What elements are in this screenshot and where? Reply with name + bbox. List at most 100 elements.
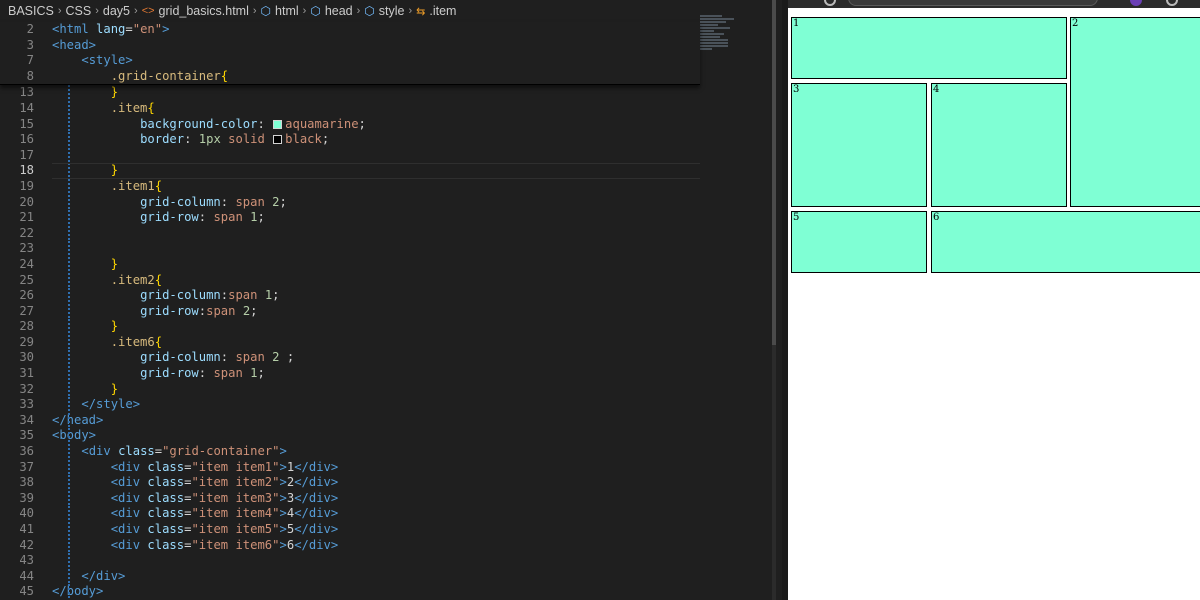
code-text[interactable]: <div class="item item5">5</div>: [52, 522, 339, 538]
code-line[interactable]: 24 }: [0, 256, 782, 273]
gutter[interactable]: [34, 522, 70, 538]
code-line[interactable]: 30 grid-column: span 2 ;: [0, 350, 782, 367]
code-line[interactable]: 34 </head>: [0, 412, 782, 429]
code-text[interactable]: <div class="item item2">2</div>: [52, 475, 339, 491]
breadcrumb-item-folder-css[interactable]: CSS: [66, 4, 92, 18]
gutter[interactable]: [34, 132, 70, 148]
gutter[interactable]: [34, 319, 70, 335]
code-line[interactable]: 15 background-color: aquamarine;: [0, 116, 782, 133]
breadcrumb-item-selector[interactable]: .item: [429, 4, 456, 18]
code-line[interactable]: 42 <div class="item item6">6</div>: [0, 537, 782, 554]
gutter[interactable]: [34, 350, 70, 367]
code-text[interactable]: grid-column:span 1;: [52, 288, 279, 304]
code-text[interactable]: <style>: [52, 53, 132, 69]
breadcrumb-item-html[interactable]: html: [275, 4, 299, 18]
code-text[interactable]: grid-row: span 1;: [52, 366, 265, 382]
code-line[interactable]: 32 }: [0, 381, 782, 398]
code-area[interactable]: 2 <html lang="en"> 3 <head> 7 <style> 8 .grid…: [0, 22, 782, 600]
breadcrumb-item-style[interactable]: style: [379, 4, 405, 18]
code-text[interactable]: <body>: [52, 428, 96, 444]
breadcrumb-item-file[interactable]: grid_basics.html: [159, 4, 249, 18]
code-text[interactable]: <div class="item item1">1</div>: [52, 460, 339, 476]
breadcrumb-item-folder-basics[interactable]: BASICS: [8, 4, 54, 18]
code-text[interactable]: <div class="grid-container">: [52, 444, 286, 460]
gutter[interactable]: [34, 225, 70, 242]
gutter[interactable]: [34, 553, 70, 569]
code-line[interactable]: 2 <html lang="en">: [0, 22, 700, 38]
code-text[interactable]: </style>: [52, 397, 140, 413]
gutter[interactable]: [34, 366, 70, 382]
gutter[interactable]: [34, 506, 70, 522]
code-line[interactable]: 44 </div>: [0, 568, 782, 585]
code-line[interactable]: 40 <div class="item item4">4</div>: [0, 506, 782, 522]
code-text[interactable]: grid-row: span 1;: [52, 210, 265, 226]
gutter[interactable]: [34, 241, 70, 257]
gutter[interactable]: [34, 475, 70, 491]
code-text[interactable]: grid-row:span 2;: [52, 304, 257, 320]
code-text[interactable]: }: [52, 382, 118, 398]
code-line[interactable]: 8 .grid-container{: [0, 69, 700, 85]
gutter[interactable]: [34, 381, 70, 398]
code-lines[interactable]: 13 } 14 .item{15 background-color: aquama…: [0, 85, 782, 600]
code-text[interactable]: <head>: [52, 38, 96, 54]
extension-icon[interactable]: [1130, 0, 1142, 6]
code-line[interactable]: 37 <div class="item item1">1</div>: [0, 459, 782, 476]
gutter[interactable]: [34, 490, 70, 507]
minimap[interactable]: [700, 14, 740, 84]
gutter[interactable]: [34, 53, 52, 69]
code-line[interactable]: 16 border: 1px solid black;: [0, 132, 782, 148]
code-line[interactable]: 17: [0, 147, 782, 164]
code-text[interactable]: border: 1px solid black;: [52, 132, 329, 148]
gutter[interactable]: [34, 147, 70, 164]
gutter[interactable]: [34, 22, 52, 38]
address-bar[interactable]: [848, 0, 1098, 6]
code-line[interactable]: 41 <div class="item item5">5</div>: [0, 522, 782, 538]
code-line[interactable]: 21 grid-row: span 1;: [0, 210, 782, 226]
code-line[interactable]: 43: [0, 553, 782, 569]
editor-scrollbar-thumb[interactable]: [772, 0, 776, 345]
code-line[interactable]: 36 <div class="grid-container">: [0, 444, 782, 460]
gutter[interactable]: [34, 116, 70, 133]
code-text[interactable]: <div class="item item4">4</div>: [52, 506, 339, 522]
gutter[interactable]: [34, 444, 70, 460]
code-line[interactable]: 26 grid-column:span 1;: [0, 288, 782, 304]
sticky-scroll-header[interactable]: 2 <html lang="en"> 3 <head> 7 <style> 8 .grid…: [0, 22, 700, 86]
code-line[interactable]: 28 }: [0, 319, 782, 335]
browser-preview[interactable]: 1 2 3 4 5 6: [788, 0, 1200, 600]
code-line[interactable]: 33 </style>: [0, 397, 782, 413]
gutter[interactable]: [34, 163, 70, 179]
code-line[interactable]: 29 .item6{: [0, 334, 782, 351]
reload-icon[interactable]: [824, 0, 836, 6]
gutter[interactable]: [34, 303, 70, 320]
code-line[interactable]: 3 <head>: [0, 38, 700, 54]
gutter[interactable]: [34, 428, 70, 445]
code-line[interactable]: 38 <div class="item item2">2</div>: [0, 475, 782, 491]
code-text[interactable]: }: [52, 85, 118, 101]
gutter[interactable]: [34, 38, 52, 54]
code-line[interactable]: 13 }: [0, 85, 782, 101]
code-text[interactable]: </div>: [52, 569, 125, 585]
code-line[interactable]: 27 grid-row:span 2;: [0, 303, 782, 320]
gutter[interactable]: [34, 272, 70, 289]
code-line[interactable]: 18 }: [0, 163, 782, 179]
code-line[interactable]: 25 .item2{: [0, 272, 782, 289]
code-text[interactable]: </body>: [52, 584, 103, 600]
code-editor[interactable]: BASICS › CSS › day5 › <> grid_basics.htm…: [0, 0, 782, 600]
code-line[interactable]: 14 .item{: [0, 100, 782, 117]
gutter[interactable]: [34, 288, 70, 304]
gutter[interactable]: [34, 584, 70, 600]
code-line[interactable]: 23: [0, 241, 782, 257]
gutter[interactable]: [34, 459, 70, 476]
gutter[interactable]: [34, 100, 70, 117]
gutter[interactable]: [34, 69, 52, 85]
gutter[interactable]: [34, 397, 70, 413]
gutter[interactable]: [34, 334, 70, 351]
code-line[interactable]: 7 <style>: [0, 53, 700, 69]
code-text[interactable]: <div class="item item6">6</div>: [52, 538, 339, 554]
gutter[interactable]: [34, 210, 70, 226]
code-line[interactable]: 45 </body>: [0, 584, 782, 600]
code-text[interactable]: }: [52, 257, 118, 273]
gutter[interactable]: [34, 412, 70, 429]
code-text[interactable]: background-color: aquamarine;: [52, 117, 366, 133]
gutter[interactable]: [34, 256, 70, 273]
